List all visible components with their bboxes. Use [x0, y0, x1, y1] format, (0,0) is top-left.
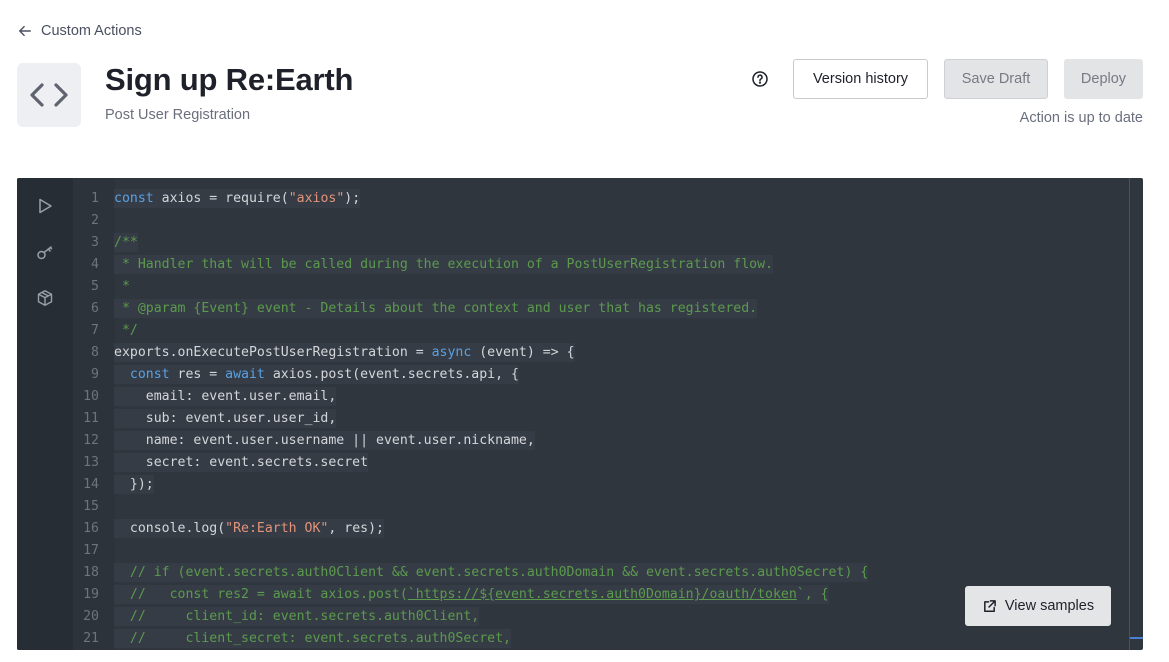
code-token: */ [114, 323, 138, 338]
code-token: // client_id: event.secrets.auth0Client, [114, 607, 480, 626]
deploy-status-text: Action is up to date [1019, 110, 1143, 126]
code-token: `, { [796, 587, 829, 602]
package-icon [37, 290, 53, 306]
code-line: 13 secret: event.secrets.secret [73, 452, 1129, 474]
line-number: 12 [83, 433, 99, 448]
code-line: 3 /** [73, 232, 1129, 254]
code-line: 12 name: event.user.username || event.us… [73, 430, 1129, 452]
trigger-subtitle: Post User Registration [105, 107, 251, 123]
line-number: 6 [91, 301, 99, 316]
code-token: // if (event.secrets.auth0Client && even… [114, 563, 869, 582]
line-number: 19 [83, 587, 99, 602]
code-editor[interactable]: 1 const axios = require("axios"); 2 3/** … [17, 178, 1143, 650]
line-number: 3 [91, 235, 99, 250]
line-number: 21 [83, 631, 99, 646]
line-number: 2 [91, 213, 99, 228]
line-number: 18 [83, 565, 99, 580]
code-line: 8 exports.onExecutePostUserRegistration =… [73, 342, 1129, 364]
code-line: 6 * @param {Event} event - Details about… [73, 298, 1129, 320]
editor-side-rail [17, 178, 73, 650]
code-line: 17 [73, 540, 1129, 562]
code-token: , res); [328, 521, 384, 536]
code-token: name: event.user.username || event.user.… [114, 431, 535, 450]
line-number: 13 [83, 455, 99, 470]
cursor-position-marker [1130, 637, 1143, 639]
code-token: console.log( [114, 521, 226, 536]
code-token: * @param {Event} event - Details about t… [114, 299, 758, 318]
code-token: async [431, 345, 472, 360]
line-number: 8 [91, 345, 99, 360]
code-line: 14 }); [73, 474, 1129, 496]
code-token: }); [114, 475, 154, 494]
code-line: 5 * [73, 276, 1129, 298]
test-run-button[interactable] [35, 196, 55, 216]
line-number: 14 [83, 477, 99, 492]
line-number: 7 [91, 323, 99, 338]
code-token: axios = require( [153, 191, 289, 206]
code-line: 18 // if (event.secrets.auth0Client && e… [73, 562, 1129, 584]
code-line: 2 [73, 210, 1129, 232]
dependencies-button[interactable] [35, 288, 55, 308]
code-token: const [114, 191, 154, 206]
code-token: "axios" [288, 191, 345, 206]
code-token: // const res2 = await axios.post( [114, 587, 408, 602]
code-token: const [129, 367, 170, 382]
code-token: sub: event.user.user_id, [114, 409, 337, 428]
save-draft-button[interactable]: Save Draft [944, 59, 1048, 99]
line-number: 16 [83, 521, 99, 536]
deploy-button[interactable]: Deploy [1064, 59, 1143, 99]
overview-ruler-scrollbar[interactable] [1129, 178, 1143, 650]
code-line: 11 sub: event.user.user_id, [73, 408, 1129, 430]
view-samples-button[interactable]: View samples [965, 586, 1111, 626]
line-number: 1 [91, 191, 99, 206]
key-icon [37, 246, 53, 260]
code-line: 16 console.log("Re:Earth OK", res); [73, 518, 1129, 540]
code-line: 10 email: event.user.email, [73, 386, 1129, 408]
external-link-icon [983, 599, 996, 612]
code-token: /** [114, 233, 138, 252]
action-icon [17, 63, 81, 127]
help-button[interactable] [751, 70, 769, 88]
code-link-token[interactable]: `https://${event.secrets.auth0Domain}/oa… [408, 587, 797, 602]
code-token: exports.onExecutePostUserRegistration = [114, 345, 432, 360]
line-number: 11 [83, 411, 99, 426]
line-number: 5 [91, 279, 99, 294]
line-number: 9 [91, 367, 99, 382]
code-line: 4 * Handler that will be called during t… [73, 254, 1129, 276]
code-line: 21 // client_secret: event.secrets.auth0… [73, 628, 1129, 650]
secrets-button[interactable] [35, 242, 55, 262]
line-number: 20 [83, 609, 99, 624]
line-number: 10 [83, 389, 99, 404]
code-line: 7 */ [73, 320, 1129, 342]
code-line: 15 [73, 496, 1129, 518]
code-token: secret: event.secrets.secret [114, 453, 369, 472]
version-history-button[interactable]: Version history [793, 59, 928, 99]
code-token: res = [169, 367, 226, 382]
code-token: axios.post(event.secrets.api, { [264, 367, 519, 382]
question-circle-icon [752, 71, 768, 87]
arrow-left-icon [19, 25, 31, 37]
line-number: 4 [91, 257, 99, 272]
code-token: ); [344, 191, 361, 206]
code-token: * Handler that will be called during the… [114, 255, 773, 274]
code-line: 9 const res = await axios.post(event.sec… [73, 364, 1129, 386]
line-number: 17 [83, 543, 99, 558]
line-number: 15 [83, 499, 99, 514]
back-link-label: Custom Actions [41, 23, 142, 39]
code-line: 1 const axios = require("axios"); [73, 188, 1129, 210]
back-to-custom-actions-link[interactable]: Custom Actions [18, 23, 142, 39]
code-token: (event) => { [471, 345, 575, 360]
code-token: // client_secret: event.secrets.auth0Sec… [114, 629, 511, 648]
code-token: await [225, 367, 265, 382]
code-token: "Re:Earth OK" [225, 521, 329, 536]
code-token: email: event.user.email, [114, 387, 337, 406]
play-icon [39, 198, 52, 214]
code-token: * [114, 279, 130, 294]
page-title: Sign up Re:Earth [105, 62, 354, 97]
code-brackets-icon [30, 83, 68, 107]
code-content[interactable]: 1 const axios = require("axios"); 2 3/** … [73, 188, 1129, 650]
view-samples-label: View samples [1004, 598, 1095, 614]
